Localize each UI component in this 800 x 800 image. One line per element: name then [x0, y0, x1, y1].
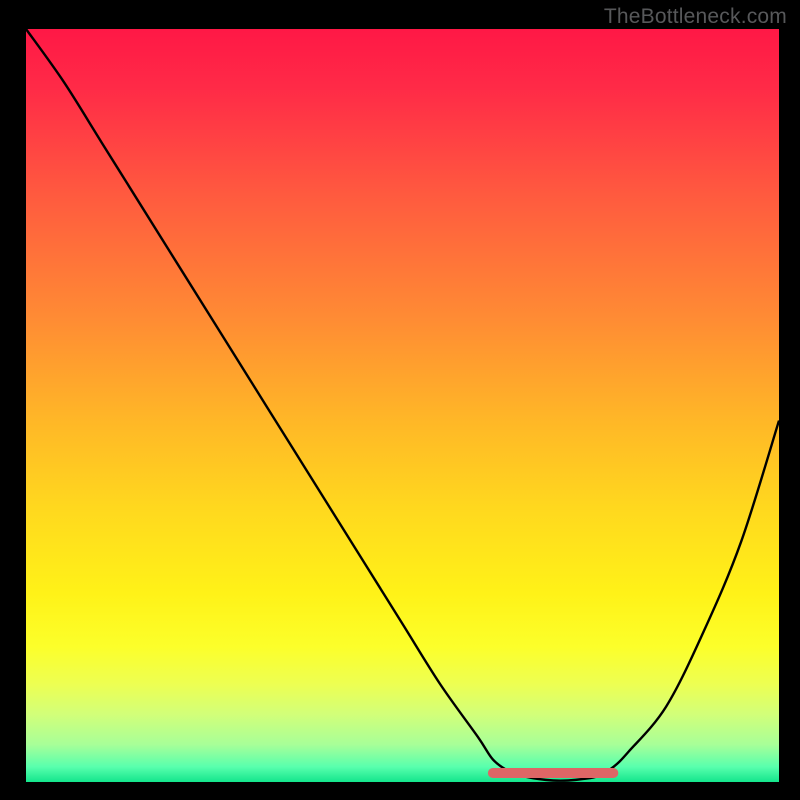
chart-svg — [26, 29, 779, 782]
watermark: TheBottleneck.com — [604, 5, 787, 29]
bottleneck-curve — [26, 29, 779, 781]
chart-frame — [26, 29, 779, 782]
